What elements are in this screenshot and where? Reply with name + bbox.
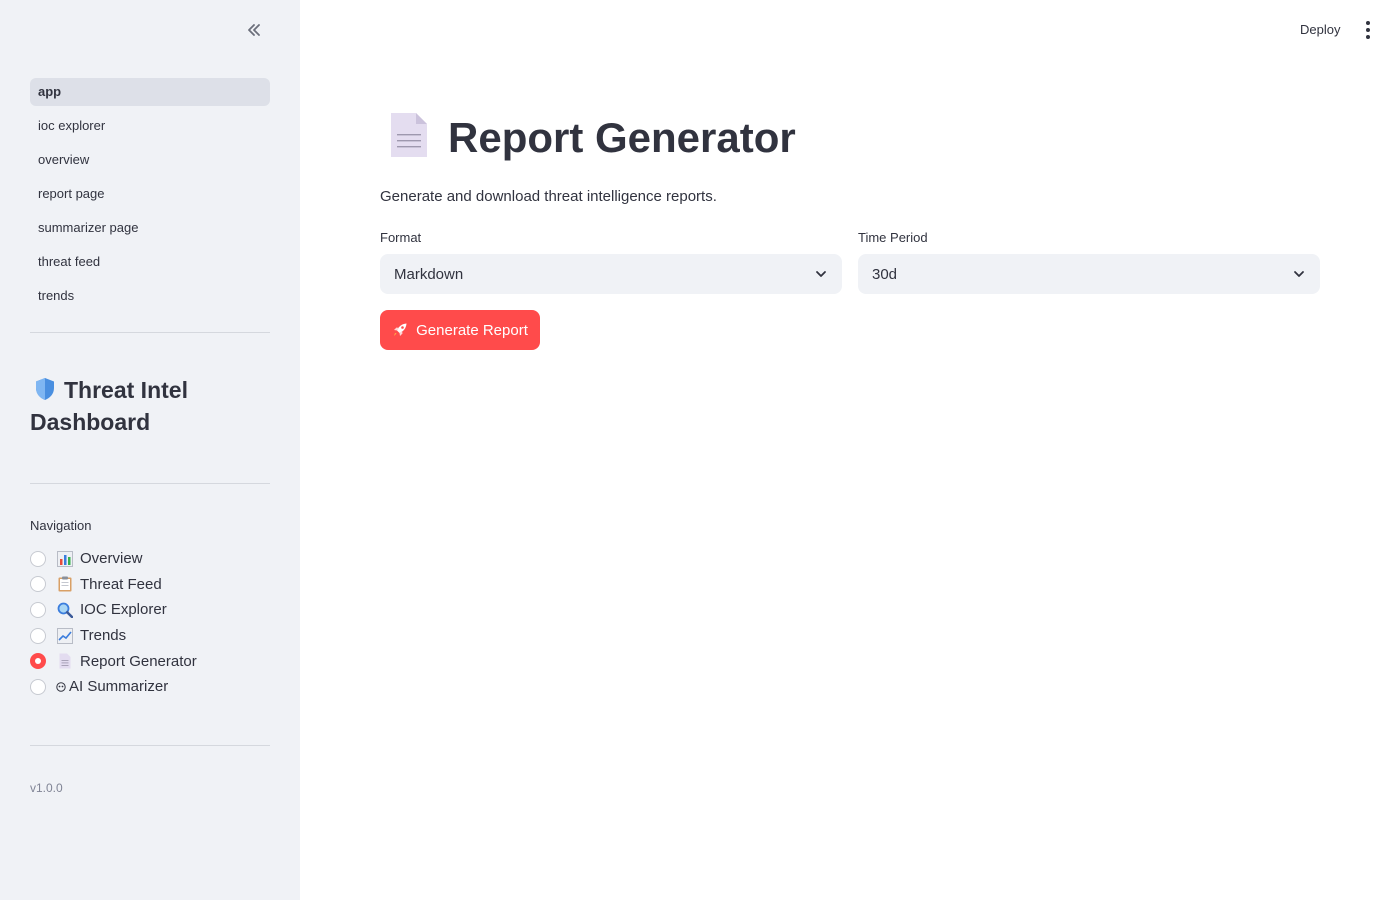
- sidebar-divider: [30, 332, 270, 333]
- shield-icon: [34, 377, 56, 408]
- nav-option-label: IOC Explorer: [80, 601, 167, 619]
- clipboard-icon: [56, 576, 74, 592]
- deploy-button[interactable]: Deploy: [1292, 18, 1348, 42]
- sidebar-divider: [30, 483, 270, 484]
- chevron-down-icon: [816, 271, 826, 277]
- document-icon: [390, 112, 428, 163]
- rocket-icon: [392, 322, 408, 338]
- radio-button[interactable]: [30, 601, 46, 618]
- generate-report-button[interactable]: Generate Report: [380, 310, 540, 350]
- ai-icon: [56, 679, 66, 695]
- page-link-app[interactable]: app: [30, 78, 270, 106]
- document-icon: [56, 653, 74, 669]
- format-selected-value: Markdown: [394, 265, 464, 283]
- chevron-down-icon: [1294, 271, 1304, 277]
- double-chevron-left-icon: [248, 24, 260, 36]
- main-menu-button[interactable]: [1358, 18, 1378, 42]
- nav-option-threat-feed[interactable]: Threat Feed: [30, 572, 280, 598]
- bar-chart-icon: [56, 550, 74, 567]
- radio-button-selected[interactable]: [30, 653, 46, 670]
- sidebar-title: Threat Intel Dashboard: [30, 376, 280, 437]
- page-link-overview[interactable]: overview: [30, 146, 270, 174]
- sidebar-title-line2: Dashboard: [30, 409, 151, 435]
- navigation-label: Navigation: [30, 518, 92, 533]
- page-link-trends[interactable]: trends: [30, 282, 270, 310]
- time-period-select[interactable]: 30d: [858, 254, 1320, 294]
- format-label: Format: [380, 230, 422, 245]
- nav-option-label: Trends: [80, 627, 127, 645]
- more-vertical-icon: [1366, 28, 1370, 32]
- format-select[interactable]: Markdown: [380, 254, 842, 294]
- nav-option-label: AI Summarizer: [69, 678, 169, 696]
- magnifier-icon: [56, 602, 74, 618]
- version-label: v1.0.0: [30, 781, 63, 795]
- collapse-sidebar-button[interactable]: [240, 18, 268, 42]
- nav-option-label: Report Generator: [80, 652, 197, 670]
- pages-nav: app ioc explorer overview report page su…: [30, 78, 270, 316]
- more-vertical-icon: [1366, 35, 1370, 39]
- nav-option-trends[interactable]: Trends: [30, 623, 280, 649]
- navigation-radio-group: Overview Threat Feed IOC Explorer Trends…: [30, 546, 280, 700]
- radio-button[interactable]: [30, 576, 46, 593]
- more-vertical-icon: [1366, 21, 1370, 25]
- page-link-ioc-explorer[interactable]: ioc explorer: [30, 112, 270, 140]
- radio-button[interactable]: [30, 678, 46, 695]
- time-period-selected-value: 30d: [872, 265, 898, 283]
- nav-option-ai-summarizer[interactable]: AI Summarizer: [30, 674, 280, 700]
- radio-button[interactable]: [30, 550, 46, 567]
- sidebar: app ioc explorer overview report page su…: [0, 0, 300, 900]
- page-link-report-page[interactable]: report page: [30, 180, 270, 208]
- page-link-threat-feed[interactable]: threat feed: [30, 248, 270, 276]
- time-period-label: Time Period: [858, 230, 928, 245]
- sidebar-title-line1: Threat Intel: [64, 377, 188, 403]
- nav-option-label: Overview: [80, 550, 143, 568]
- sidebar-divider: [30, 745, 270, 746]
- nav-option-report-generator[interactable]: Report Generator: [30, 648, 280, 674]
- trend-chart-icon: [56, 627, 74, 644]
- nav-option-ioc-explorer[interactable]: IOC Explorer: [30, 597, 280, 623]
- nav-option-overview[interactable]: Overview: [30, 546, 280, 572]
- page-title: Report Generator: [380, 112, 796, 163]
- page-heading: Report Generator: [448, 113, 796, 161]
- page-link-summarizer-page[interactable]: summarizer page: [30, 214, 270, 242]
- radio-button[interactable]: [30, 627, 46, 644]
- page-subtitle: Generate and download threat intelligenc…: [380, 188, 717, 205]
- nav-option-label: Threat Feed: [80, 575, 162, 593]
- generate-report-label: Generate Report: [416, 321, 528, 339]
